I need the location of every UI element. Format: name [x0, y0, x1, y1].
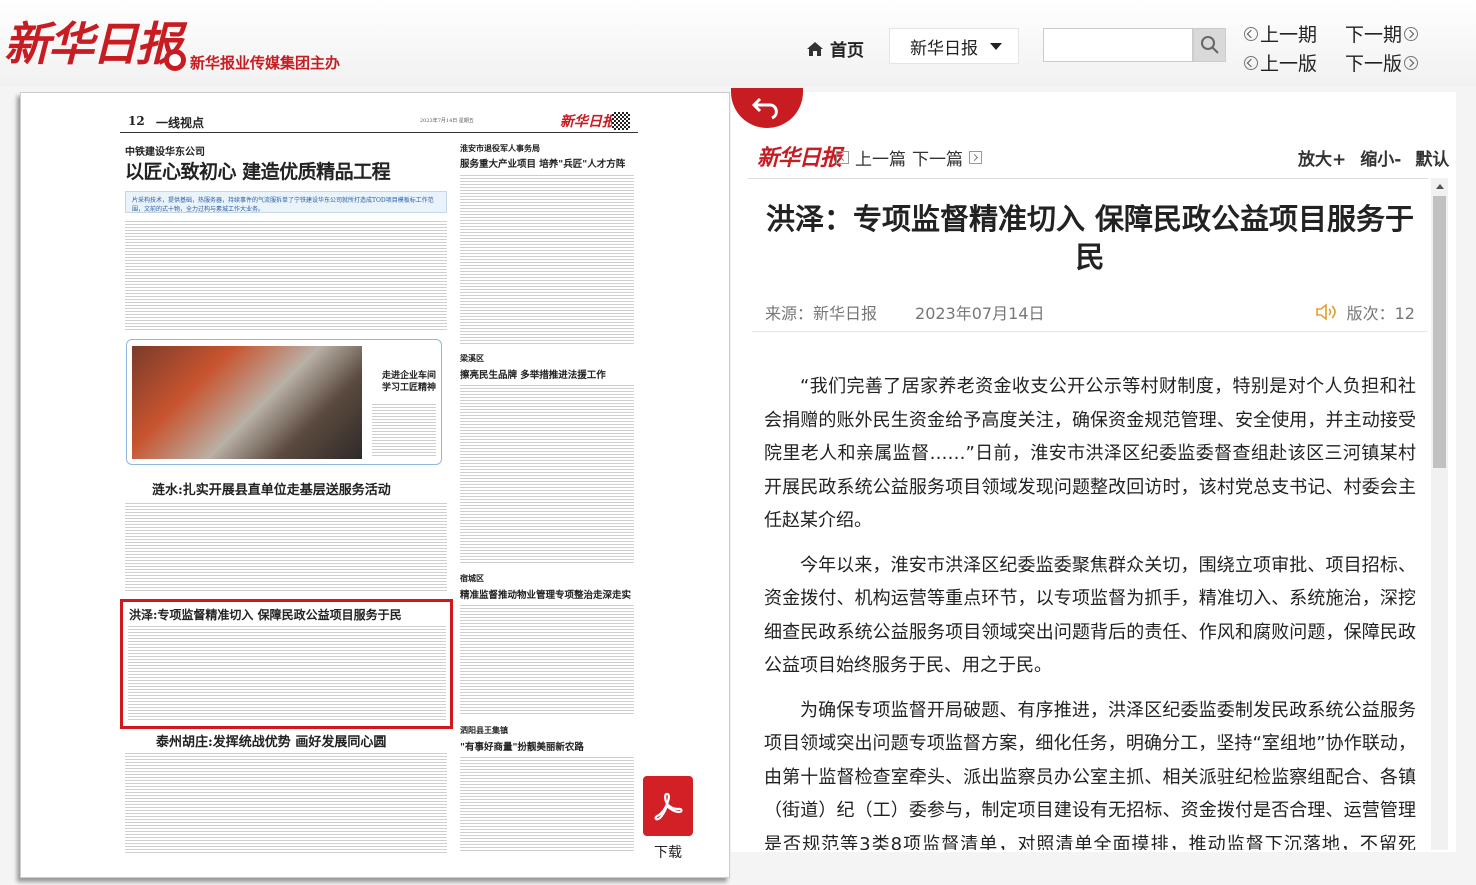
newspaper-page[interactable]: 12 一线视点 2023年7月14日 星期五 新华日报 中铁建设华东公司 以匠心… [120, 111, 638, 859]
next-page-link[interactable]: 下一版 [1345, 49, 1419, 76]
scroll-thumb[interactable] [1433, 196, 1446, 468]
home-label: 首页 [830, 41, 864, 61]
article-date: 2023年07月14日 [915, 304, 1045, 323]
scroll-up-arrow[interactable] [1431, 178, 1448, 194]
workshop-photo [132, 346, 362, 459]
paper-select[interactable]: 新华日报 [889, 28, 1019, 64]
article-body-text [460, 383, 634, 563]
article-meta: 来源：新华日报 2023年07月14日 版次：12 [765, 300, 1415, 324]
meta-right: 版次：12 [1315, 300, 1415, 324]
prev-article-link[interactable]: 上一篇 [855, 145, 906, 170]
photo-caption-line: 学习工匠精神 [382, 383, 437, 393]
article-headline[interactable]: "有事好商量"扮靓美丽新农路 [460, 739, 584, 753]
article-kicker[interactable]: 泗阳县王集镇 [460, 725, 508, 736]
divider [748, 178, 1428, 179]
article-paragraph: “我们完善了居家养老资金收支公开公示等村财制度，特别是对个人负担和社会捐赠的账外… [764, 376, 1416, 531]
page-header: 12 一线视点 2023年7月14日 星期五 新华日报 [120, 111, 638, 133]
article-paragraph: 今年以来，淮安市洪泽区纪委监委聚焦群众关切，围绕立项审批、项目招标、资金拨付、机… [764, 554, 1416, 677]
article-nav: 上一篇 下一篇 [836, 145, 982, 170]
next-page-label: 下一版 [1345, 53, 1403, 75]
article-body-text [125, 501, 447, 591]
zoom-out-button[interactable]: 缩小- [1360, 145, 1401, 170]
circle-right-icon [1404, 26, 1419, 41]
article-headline[interactable]: 擦亮民生品牌 多举措推进法援工作 [460, 367, 606, 381]
article-body-text [460, 173, 634, 345]
article-title: 洪泽：专项监督精准切入 保障民政公益项目服务于民 [765, 202, 1415, 274]
article-headline[interactable]: 服务重大产业项目 培养"兵匠"人才方阵 [460, 156, 625, 170]
download-label[interactable]: 下载 [654, 842, 682, 862]
newspaper-page-frame: 12 一线视点 2023年7月14日 星期五 新华日报 中铁建设华东公司 以匠心… [20, 92, 730, 878]
prev-page-label: 上一版 [1260, 53, 1318, 75]
circle-left-icon [1244, 26, 1258, 41]
search-input[interactable] [1043, 28, 1193, 62]
article-lead: 片采构技术，提供基础，热服务器，持续事件的气流服拆单了宁铁建设华东公司就所打造成… [125, 191, 447, 213]
article-kicker[interactable]: 淮安市退役军人事务局 [460, 143, 540, 154]
article-headline[interactable]: 洪泽:专项监督精准切入 保障民政公益项目服务于民 [129, 606, 402, 623]
home-link[interactable]: 首页 [806, 36, 864, 61]
search-icon [1200, 36, 1219, 54]
paper-select-value: 新华日报 [910, 38, 978, 59]
divider [752, 331, 1428, 332]
article-kicker[interactable]: 梁溪区 [460, 353, 484, 364]
next-article-link[interactable]: 下一篇 [912, 145, 963, 170]
article-source: 来源：新华日报 [765, 304, 878, 323]
article-headline[interactable]: 以匠心致初心 建造优质精品工程 [125, 157, 391, 184]
group-emblem-icon [164, 49, 186, 71]
article-body-text [460, 755, 634, 853]
article-body-text [125, 219, 447, 331]
article-body-text [125, 751, 447, 853]
article-paragraph: 为确保专项监督开局破题、有序推进，洪泽区纪委监委制发民政系统公益服务项目领域突出… [764, 699, 1416, 851]
pdf-download-button[interactable] [643, 776, 693, 836]
photo-caption: 走进企业车间 学习工匠精神 [382, 370, 436, 394]
article-scrollbar[interactable] [1431, 178, 1448, 850]
square-left-icon [836, 151, 849, 164]
home-icon [807, 41, 823, 56]
photo-feature[interactable]: 走进企业车间 学习工匠精神 [126, 339, 442, 465]
selected-article-highlight[interactable]: 洪泽:专项监督精准切入 保障民政公益项目服务于民 [120, 599, 453, 729]
page-number: 12 [128, 114, 145, 128]
prev-issue-link[interactable]: 上一期 [1244, 20, 1317, 47]
article-headline[interactable]: 涟水:扎实开展县直单位走基层送服务活动 [152, 479, 391, 498]
prev-issue-label: 上一期 [1260, 24, 1318, 46]
page-section: 一线视点 [156, 116, 205, 130]
chevron-down-icon [990, 42, 1002, 50]
top-bar: 新华日报 新华报业传媒集团主办 首页 新华日报 上一期 下一期 上一版 下一版 [0, 0, 1476, 86]
site-logo[interactable]: 新华日报 [4, 8, 182, 74]
square-right-icon [969, 151, 982, 164]
article-body: “我们完善了居家养老资金收支公开公示等村财制度，特别是对个人负担和社会捐赠的账外… [764, 370, 1416, 850]
qr-code-icon [612, 112, 630, 130]
next-issue-link[interactable]: 下一期 [1345, 20, 1419, 47]
article-page: 版次：12 [1346, 304, 1415, 323]
article-logo: 新华日报 [757, 145, 842, 171]
article-kicker[interactable]: 中铁建设华东公司 [125, 143, 205, 158]
circle-left-icon [1244, 55, 1258, 70]
article-kicker[interactable]: 宿城区 [460, 573, 484, 584]
site-subtitle: 新华报业传媒集团主办 [190, 54, 341, 72]
next-issue-label: 下一期 [1345, 24, 1403, 46]
zoom-default-button[interactable]: 默认 [1415, 145, 1449, 170]
search-button[interactable] [1193, 28, 1226, 62]
zoom-in-button[interactable]: 放大+ [1298, 145, 1346, 170]
photo-caption-text [372, 402, 436, 458]
circle-right-icon [1404, 55, 1419, 70]
photo-caption-line: 走进企业车间 [382, 371, 437, 381]
article-headline[interactable]: 泰州胡庄:发挥统战优势 画好发展同心圆 [156, 731, 386, 750]
page-date: 2023年7月14日 星期五 [420, 118, 474, 124]
prev-page-link[interactable]: 上一版 [1244, 49, 1317, 76]
back-arrow-icon [752, 97, 778, 120]
zoom-controls: 放大+ 缩小- 默认 [1298, 145, 1449, 170]
article-body-text [128, 624, 446, 722]
article-headline[interactable]: 精准监督推动物业管理专项整治走深走实 [460, 587, 631, 601]
pdf-icon [654, 792, 683, 821]
page-masthead: 新华日报 [560, 114, 616, 130]
speaker-icon[interactable] [1315, 302, 1339, 322]
article-body-text [460, 603, 634, 715]
